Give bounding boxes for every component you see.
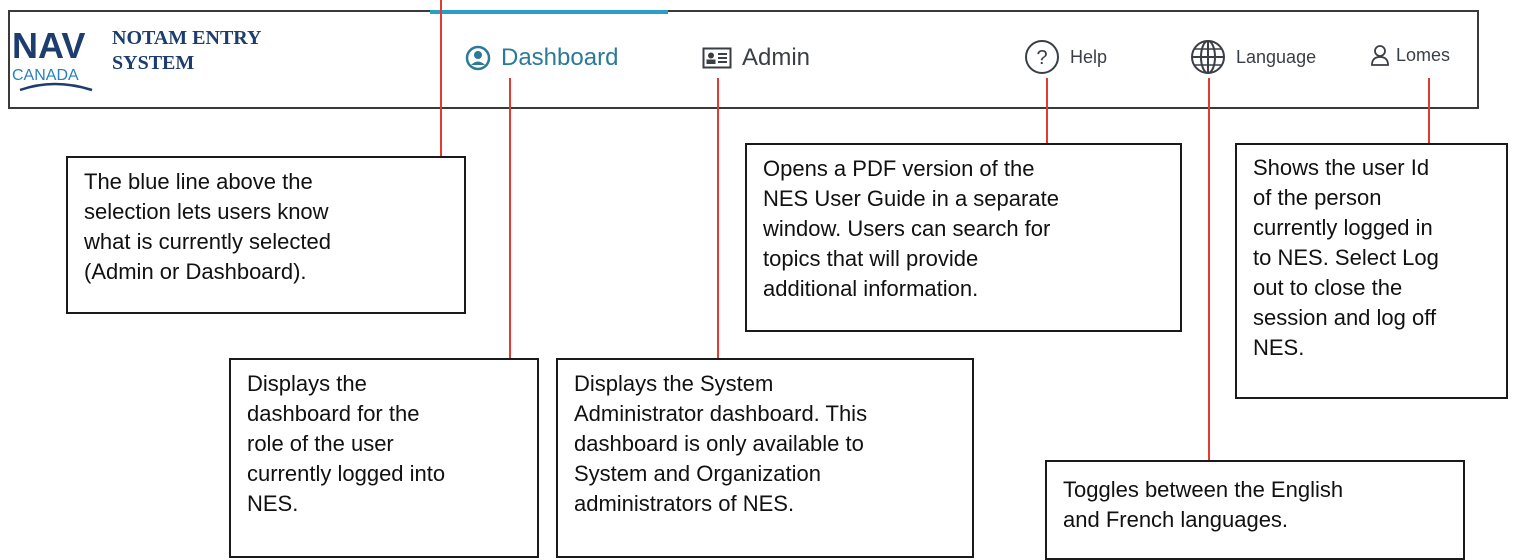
svg-text:?: ?: [1036, 47, 1047, 69]
callout-text-line: (Admin or Dashboard).: [84, 259, 307, 284]
leader-line-help: [1046, 78, 1048, 143]
language-label: Language: [1236, 46, 1317, 67]
leader-line-language: [1208, 78, 1210, 460]
tab-dashboard-label: Dashboard: [501, 44, 619, 71]
user-id-label: Lomes: [1396, 44, 1451, 65]
leader-line-selection: [440, 0, 442, 157]
callout-text-line: selection lets users know: [84, 199, 329, 224]
user-icon: [1371, 45, 1389, 66]
leader-line-admin: [717, 78, 719, 359]
language-toggle[interactable]: Language: [1190, 39, 1316, 75]
callout-text-line: additional information.: [763, 276, 979, 301]
callout-text-line: Displays the: [247, 371, 367, 396]
callout-text-line: Opens a PDF version of the: [763, 156, 1035, 181]
callout-text-line: System and Organization: [574, 461, 822, 486]
callout-text-line: dashboard for the: [247, 401, 420, 426]
callout-text-line: Shows the user Id: [1253, 155, 1430, 180]
callout-text-line: currently logged into: [247, 461, 446, 486]
callout-text-line: out to close the: [1253, 275, 1403, 300]
callout-text-line: administrators of NES.: [574, 491, 795, 516]
app-title-line1: NOTAM ENTRY: [112, 27, 262, 49]
user-menu[interactable]: Lomes: [1370, 44, 1450, 66]
callout-text-line: what is currently selected: [84, 229, 331, 254]
callout-language: Toggles between the English and French l…: [1045, 460, 1465, 560]
selection-indicator-line: [430, 10, 668, 14]
callout-text-line: window. Users can search for: [763, 216, 1051, 241]
user-circle-icon: [465, 45, 491, 71]
callout-help: Opens a PDF version of the NES User Guid…: [745, 143, 1182, 332]
callout-text-line: Administrator dashboard. This: [574, 401, 868, 426]
callout-dashboard: Displays the dashboard for the role of t…: [229, 358, 539, 558]
help-label: Help: [1070, 46, 1108, 67]
callout-text-line: of the person: [1253, 185, 1382, 210]
nav-canada-logo[interactable]: NAV CANADA: [12, 25, 108, 96]
callout-text-line: and French languages.: [1063, 507, 1289, 532]
id-card-icon: [702, 47, 732, 69]
callout-admin: Displays the System Administrator dashbo…: [556, 358, 974, 558]
callout-text-line: session and log off: [1253, 305, 1437, 330]
callout-text-line: NES.: [247, 491, 299, 516]
callout-text-line: dashboard is only available to: [574, 431, 864, 456]
nav-canada-logo-icon: NAV CANADA: [12, 25, 93, 92]
app-title-line2: SYSTEM: [112, 52, 195, 74]
callout-text-line: NES.: [1253, 335, 1305, 360]
help-link[interactable]: ? Help: [1024, 39, 1107, 75]
callout-text-line: Toggles between the English: [1063, 477, 1344, 502]
callout-text-line: NES User Guide in a separate: [763, 186, 1059, 211]
callout-selection-line: The blue line above the selection lets u…: [66, 156, 466, 314]
leader-line-dashboard: [509, 78, 511, 358]
leader-line-user: [1428, 78, 1430, 143]
globe-icon: [1191, 40, 1225, 74]
callout-text-line: role of the user: [247, 431, 394, 456]
tab-dashboard[interactable]: Dashboard: [465, 44, 618, 72]
tab-admin-label: Admin: [742, 44, 811, 71]
help-question-icon: ?: [1025, 40, 1059, 74]
logo-brand-top: NAV: [12, 26, 85, 66]
tab-admin[interactable]: Admin: [702, 44, 810, 72]
callout-text-line: The blue line above the: [84, 169, 313, 194]
callout-text-line: to NES. Select Log: [1253, 245, 1439, 270]
logo-brand-bottom: CANADA: [12, 67, 79, 84]
callout-text-line: topics that will provide: [763, 246, 979, 271]
callout-user: Shows the user Id of the person currentl…: [1235, 143, 1508, 399]
app-title: NOTAM ENTRY SYSTEM: [112, 26, 261, 76]
callout-text-line: Displays the System: [574, 371, 774, 396]
callout-text-line: currently logged in: [1253, 215, 1433, 240]
